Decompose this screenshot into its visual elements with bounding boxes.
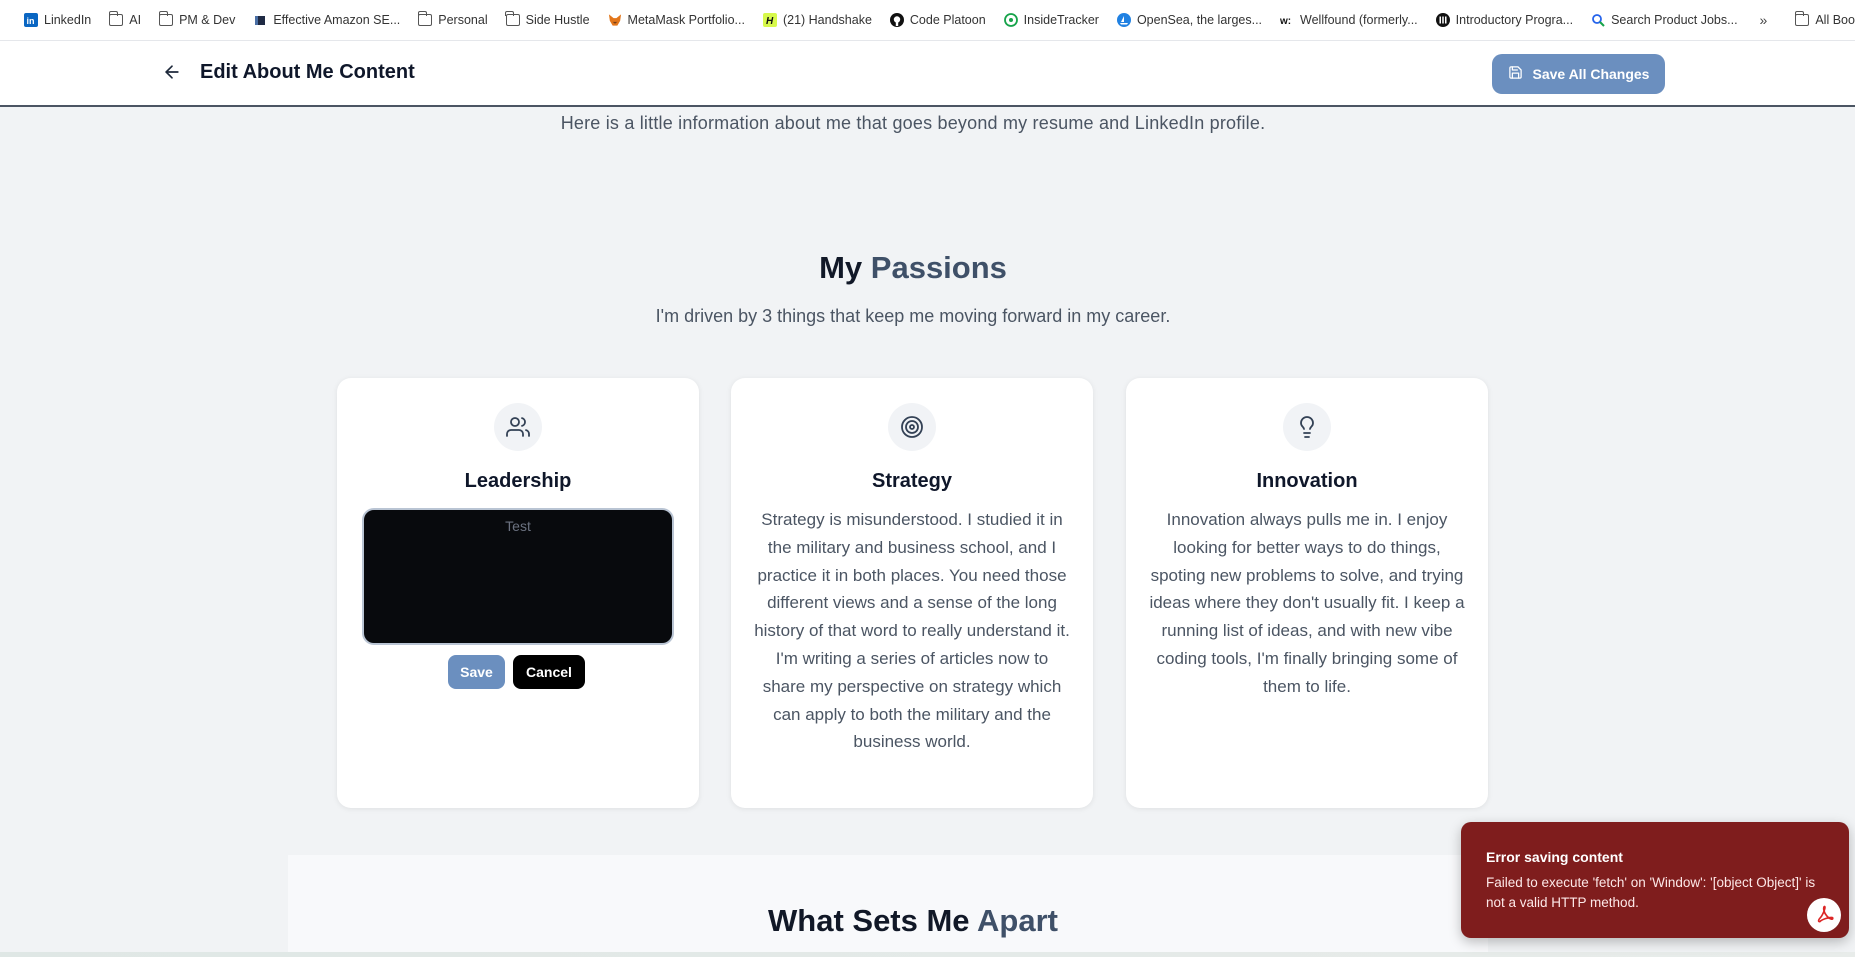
passions-title: My Passions (0, 250, 1826, 286)
bookmark-product-jobs[interactable]: Search Product Jobs... (1591, 13, 1738, 27)
intro-text: Here is a little information about me th… (560, 113, 1266, 133)
save-button[interactable]: Save (448, 655, 505, 689)
bookmark-side-hustle[interactable]: Side Hustle (505, 11, 590, 27)
bookmark-label: PM & Dev (179, 13, 236, 27)
bookmark-label: Wellfound (formerly... (1300, 13, 1418, 27)
apart-title-plain: What Sets Me (768, 903, 970, 938)
edit-header: Edit About Me Content Save All Changes (0, 41, 1855, 107)
bookmark-amazon-seo[interactable]: Effective Amazon SE... (253, 13, 400, 27)
bookmark-label: Personal (438, 13, 488, 27)
folder-icon (1794, 11, 1810, 27)
handshake-icon: H (762, 13, 777, 27)
card-text[interactable]: Innovation always pulls me in. I enjoy l… (1148, 506, 1466, 701)
bookmark-label: AI (129, 13, 142, 27)
all-bookmarks[interactable]: All Bookmarks (1794, 11, 1855, 27)
bookmark-ai[interactable]: AI (108, 11, 142, 27)
bookmark-code-platoon[interactable]: Code Platoon (889, 13, 986, 27)
insidetracker-icon (1003, 13, 1018, 27)
bookmark-label: (21) Handshake (782, 13, 872, 27)
bookmark-personal[interactable]: Personal (417, 11, 488, 27)
bookmark-label: Side Hustle (525, 13, 590, 27)
bookmark-label: OpenSea, the larges... (1136, 13, 1263, 27)
bookmark-linkedin[interactable]: in LinkedIn (24, 13, 91, 27)
all-bookmarks-label: All Bookmarks (1815, 13, 1855, 27)
apart-title-accent: Apart (977, 903, 1058, 938)
arrow-left-icon (162, 62, 182, 87)
passions-title-accent: Passions (870, 250, 1007, 285)
metamask-icon (608, 13, 622, 27)
bookmark-insidetracker[interactable]: InsideTracker (1003, 13, 1099, 27)
leadership-text-editor[interactable]: Test (362, 508, 674, 645)
toast-title: Error saving content (1486, 849, 1623, 865)
bookmark-introductory-program[interactable]: Introductory Progra... (1435, 13, 1574, 27)
bookmark-pm-dev[interactable]: PM & Dev (158, 11, 236, 27)
program-icon (1435, 13, 1450, 27)
bookmark-handshake[interactable]: H (21) Handshake (762, 13, 872, 27)
error-toast[interactable]: Error saving content Failed to execute '… (1461, 822, 1849, 938)
save-all-label: Save All Changes (1532, 66, 1650, 82)
back-button[interactable] (160, 62, 184, 86)
lightbulb-icon (1283, 403, 1331, 451)
bookmark-label: Code Platoon (909, 13, 986, 27)
folder-icon (108, 11, 124, 27)
passion-card-leadership: Leadership Test Save Cancel (337, 378, 699, 808)
opensea-icon (1116, 13, 1131, 27)
bookmark-label: Effective Amazon SE... (273, 13, 401, 27)
card-title: Innovation (1256, 470, 1358, 492)
save-icon (1508, 65, 1523, 83)
jobs-icon (1591, 13, 1605, 27)
save-all-changes-button[interactable]: Save All Changes (1492, 54, 1665, 94)
target-icon (888, 403, 936, 451)
folder-icon (505, 11, 520, 27)
passion-card-innovation: Innovation Innovation always pulls me in… (1126, 378, 1488, 808)
bookmarks-bar: in LinkedIn AI PM & Dev Effective Amazon… (0, 0, 1855, 41)
svg-text:H: H (766, 16, 774, 27)
svg-text:w:: w: (1280, 16, 1291, 27)
card-title: Leadership (464, 470, 572, 492)
card-title: Strategy (871, 470, 953, 492)
wellfound-icon: w: (1280, 13, 1294, 27)
bookmark-opensea[interactable]: OpenSea, the larges... (1116, 13, 1263, 27)
bookmark-wellfound[interactable]: w: Wellfound (formerly... (1280, 13, 1418, 27)
bookmark-label: InsideTracker (1023, 13, 1099, 27)
bookmark-label: LinkedIn (44, 13, 92, 27)
svg-text:in: in (27, 16, 35, 26)
bookmark-label: Search Product Jobs... (1611, 13, 1738, 27)
toast-message: Failed to execute 'fetch' on 'Window': '… (1486, 875, 1816, 910)
bookmark-label: Introductory Progra... (1455, 13, 1574, 27)
passions-subtitle: I'm driven by 3 things that keep me movi… (655, 306, 1171, 326)
github-icon (889, 13, 904, 27)
bookmark-metamask[interactable]: MetaMask Portfolio... (608, 13, 745, 27)
passions-title-plain: My (819, 250, 863, 285)
bookmark-label: MetaMask Portfolio... (627, 13, 745, 27)
users-icon (494, 403, 542, 451)
pdf-icon[interactable] (1807, 898, 1841, 932)
passion-card-strategy: Strategy Strategy is misunderstood. I st… (731, 378, 1093, 808)
cancel-button[interactable]: Cancel (513, 655, 585, 689)
folder-icon (417, 11, 433, 27)
page-bottom-edge (0, 952, 1855, 957)
page-title: Edit About Me Content (200, 61, 415, 83)
amazon-icon (253, 13, 267, 27)
folder-icon (158, 11, 174, 27)
card-text[interactable]: Strategy is misunderstood. I studied it … (753, 506, 1071, 756)
more-bookmarks-icon[interactable]: » (1760, 12, 1768, 28)
linkedin-icon: in (24, 13, 38, 27)
